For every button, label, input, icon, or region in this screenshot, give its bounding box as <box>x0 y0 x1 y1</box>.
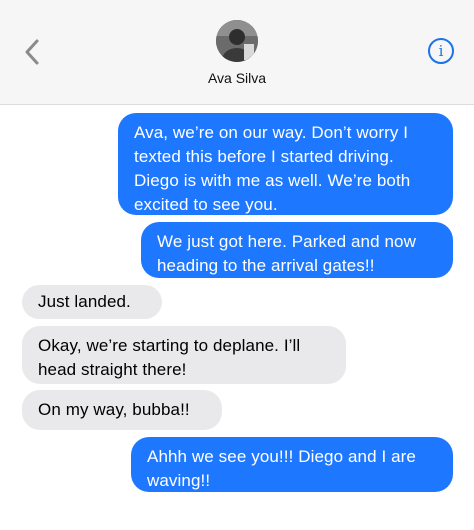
contact-name[interactable]: Ava Silva <box>0 70 474 86</box>
conversation-header: Ava Silva i <box>0 0 474 105</box>
back-button[interactable] <box>14 34 50 70</box>
message-bubble-received[interactable]: Okay, we’re starting to deplane. I’ll he… <box>22 326 346 384</box>
message-bubble-sent[interactable]: We just got here. Parked and now heading… <box>141 222 453 278</box>
info-icon[interactable]: i <box>439 43 444 59</box>
chevron-left-icon[interactable] <box>24 39 40 65</box>
avatar-photo <box>216 20 258 62</box>
avatar[interactable] <box>216 20 258 62</box>
message-bubble-sent[interactable]: Ahhh we see you!!! Diego and I are wavin… <box>131 437 453 492</box>
message-bubble-sent[interactable]: Ava, we’re on our way. Don’t worry I tex… <box>118 113 453 215</box>
info-button[interactable]: i <box>428 38 454 64</box>
message-bubble-received[interactable]: Just landed. <box>22 285 162 319</box>
message-bubble-received[interactable]: On my way, bubba!! <box>22 390 222 430</box>
